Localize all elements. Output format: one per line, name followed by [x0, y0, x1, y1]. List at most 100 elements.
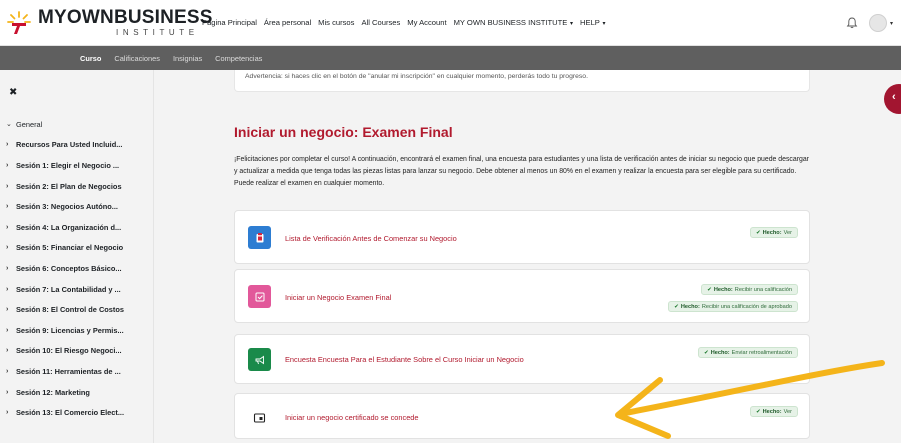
- sidebar-item-label: General: [16, 119, 43, 129]
- sidebar-item-label: Sesión 3: Negocios Autóno...: [16, 202, 118, 212]
- user-avatar[interactable]: [868, 14, 887, 32]
- badge-text: Recibir una calificación: [734, 286, 792, 293]
- badge-text: Enviar retroalimentación: [731, 349, 792, 356]
- sidebar-item-label: Sesión 13: El Comercio Elect...: [16, 408, 125, 418]
- nav-dashboard[interactable]: Área personal: [264, 18, 311, 27]
- tab-competencies[interactable]: Competencias: [215, 54, 262, 63]
- tab-grades[interactable]: Calificaciones: [114, 54, 160, 63]
- activity-survey: Encuesta Encuesta Para el Estudiante Sob…: [234, 334, 810, 384]
- badge-text: Ver: [783, 408, 792, 415]
- nav-home[interactable]: Página Principal: [202, 18, 257, 27]
- chevron-right-icon: ›: [6, 347, 9, 355]
- sidebar-item[interactable]: › Sesión 1: Elegir el Negocio ...: [6, 155, 152, 176]
- completion-badge: ✔ Hecho: Enviar retroalimentación: [698, 347, 798, 358]
- check-icon: ✔: [674, 303, 679, 310]
- chevron-left-icon: ‹: [892, 91, 896, 103]
- sidebar-item[interactable]: › Sesión 13: El Comercio Elect...: [6, 402, 152, 423]
- activity-final-exam: Iniciar un Negocio Examen Final ✔ Hecho: R…: [234, 269, 810, 323]
- nav-all-courses[interactable]: All Courses: [361, 18, 400, 27]
- tab-badges[interactable]: Insignias: [173, 54, 202, 63]
- nav-institute-label: MY OWN BUSINESS INSTITUTE: [453, 18, 568, 27]
- user-controls: ▾: [845, 0, 901, 46]
- chevron-down-icon: ⌄: [6, 121, 12, 129]
- primary-nav: Página Principal Área personal Mis curso…: [202, 18, 613, 27]
- sidebar-item-label: Sesión 12: Marketing: [16, 387, 90, 397]
- activity-link[interactable]: Lista de Verificación Antes de Comenzar …: [285, 234, 457, 243]
- activity-checklist: Lista de Verificación Antes de Comenzar …: [234, 210, 810, 264]
- chevron-right-icon: ›: [6, 141, 9, 149]
- sidebar-item[interactable]: › Recursos Para Usted Incluid...: [6, 135, 152, 156]
- sidebar-item-label: Sesión 9: Licencias y Permis...: [16, 325, 124, 335]
- nav-help-dropdown[interactable]: HELP ▾: [580, 18, 606, 27]
- check-icon: ✔: [755, 229, 761, 236]
- sidebar-item[interactable]: › Sesión 11: Herramientas de ...: [6, 361, 152, 382]
- top-navbar: MYOWNBUSINESS INSTITUTE Página Principal…: [0, 0, 901, 46]
- sidebar-item[interactable]: › Sesión 5: Financiar el Negocio: [6, 238, 152, 259]
- sidebar-item[interactable]: › Sesión 12: Marketing: [6, 382, 152, 403]
- chevron-right-icon: ›: [6, 285, 9, 293]
- badge-label: Hecho:: [680, 303, 700, 310]
- badge-text: Recibir una calificación de aprobado: [701, 303, 792, 310]
- activity-link[interactable]: Iniciar un Negocio Examen Final: [285, 293, 391, 302]
- sidebar-item[interactable]: › Sesión 4: La Organización d...: [6, 217, 152, 238]
- chevron-right-icon: ›: [6, 203, 9, 211]
- close-icon[interactable]: ✖: [9, 87, 17, 98]
- brand-star-icon: [6, 10, 32, 36]
- chevron-down-icon: ▾: [568, 21, 574, 27]
- notification-bell-icon[interactable]: [845, 16, 859, 30]
- chevron-right-icon: ›: [6, 161, 9, 169]
- sidebar-item[interactable]: › Sesión 10: El Riesgo Negoci...: [6, 341, 152, 362]
- certificate-icon: [248, 406, 271, 429]
- sidebar-item-label: Sesión 7: La Contabilidad y ...: [16, 284, 121, 294]
- chevron-right-icon: ›: [6, 182, 9, 190]
- sidebar-item[interactable]: › Sesión 9: Licencias y Permis...: [6, 320, 152, 341]
- activity-certificate: Iniciar un negocio certificado se conced…: [234, 393, 810, 439]
- sidebar-item-label: Sesión 10: El Riesgo Negoci...: [16, 346, 122, 356]
- section-title[interactable]: Iniciar un negocio: Examen Final: [234, 124, 453, 140]
- activity-link[interactable]: Iniciar un negocio certificado se conced…: [285, 413, 419, 422]
- chevron-right-icon: ›: [6, 306, 9, 314]
- sidebar-item-label: Sesión 6: Conceptos Básico...: [16, 263, 122, 273]
- sidebar-item[interactable]: › Sesión 2: El Plan de Negocios: [6, 176, 152, 197]
- sidebar-item-label: Sesión 1: Elegir el Negocio ...: [16, 160, 120, 170]
- brand-logo[interactable]: MYOWNBUSINESS INSTITUTE: [6, 7, 212, 37]
- course-index-sidebar: ✖ ⌄ General › Recursos Para Usted Incluid.…: [0, 70, 154, 443]
- quiz-icon: [248, 285, 271, 308]
- sidebar-item[interactable]: › Sesión 7: La Contabilidad y ...: [6, 279, 152, 300]
- completion-badge: ✔ Hecho: Ver: [749, 227, 798, 238]
- tab-course[interactable]: Curso: [80, 54, 101, 63]
- sidebar-item[interactable]: › Sesión 3: Negocios Autóno...: [6, 196, 152, 217]
- completion-badge: ✔ Hecho: Recibir una calificación: [701, 284, 798, 295]
- completion-badge: ✔ Hecho: Ver: [749, 406, 798, 417]
- brand-name-part1: MYOWN: [38, 7, 114, 28]
- sidebar-item-label: Recursos Para Usted Incluid...: [16, 140, 123, 150]
- chevron-down-icon[interactable]: ▾: [890, 20, 893, 27]
- course-content: Advertencia: si haces clic en el botón d…: [214, 70, 845, 443]
- nav-help-label: HELP: [580, 18, 600, 27]
- section-description: ¡Felicitaciones por completar el curso! …: [234, 156, 809, 187]
- sidebar-item-general[interactable]: ⌄ General: [6, 114, 152, 135]
- chevron-down-icon: ▾: [600, 21, 606, 27]
- chevron-right-icon: ›: [6, 223, 9, 231]
- badge-label: Hecho:: [762, 229, 782, 236]
- sidebar-item-label: Sesión 11: Herramientas de ...: [16, 366, 121, 376]
- badge-text: Ver: [783, 229, 792, 236]
- activity-link[interactable]: Encuesta Encuesta Para el Estudiante Sob…: [285, 355, 524, 364]
- check-icon: ✔: [707, 286, 712, 293]
- nav-my-account[interactable]: My Account: [407, 18, 446, 27]
- chevron-right-icon: ›: [6, 409, 9, 417]
- badge-label: Hecho:: [762, 408, 782, 415]
- completion-badge: ✔ Hecho: Recibir una calificación de aprob…: [668, 301, 798, 312]
- right-drawer-toggle[interactable]: ‹: [884, 84, 901, 114]
- nav-my-courses[interactable]: Mis cursos: [318, 18, 354, 27]
- check-icon: ✔: [704, 349, 709, 356]
- sidebar-item-label: Sesión 5: Financiar el Negocio: [16, 243, 124, 253]
- sidebar-item[interactable]: › Sesión 8: El Control de Costos: [6, 299, 152, 320]
- nav-institute-dropdown[interactable]: MY OWN BUSINESS INSTITUTE ▾: [454, 18, 573, 27]
- brand-name-part2: BUSINESS: [113, 7, 213, 28]
- sidebar-item-label: Sesión 8: El Control de Costos: [16, 305, 124, 315]
- sidebar-item-label: Sesión 4: La Organización d...: [16, 222, 122, 232]
- course-index-list: ⌄ General › Recursos Para Usted Incluid...…: [6, 114, 152, 423]
- unenrol-warning: Advertencia: si haces clic en el botón d…: [234, 70, 810, 92]
- sidebar-item[interactable]: › Sesión 6: Conceptos Básico...: [6, 258, 152, 279]
